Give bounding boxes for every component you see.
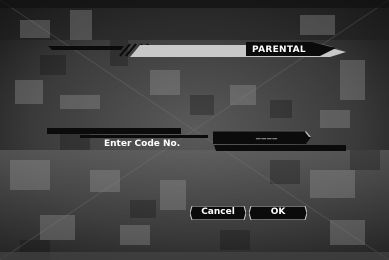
ok-button[interactable]: OK bbox=[249, 206, 307, 220]
parental-lock-screen: PARENTAL ____ Enter Code No. Cancel OK bbox=[0, 0, 389, 260]
ok-button-label: OK bbox=[270, 207, 286, 217]
code-input-value: ____ bbox=[256, 130, 278, 140]
cancel-button-label: Cancel bbox=[201, 207, 235, 217]
code-entry-bars bbox=[47, 128, 346, 151]
cancel-button[interactable]: Cancel bbox=[190, 206, 246, 220]
code-prompt-label: Enter Code No. bbox=[104, 139, 181, 149]
